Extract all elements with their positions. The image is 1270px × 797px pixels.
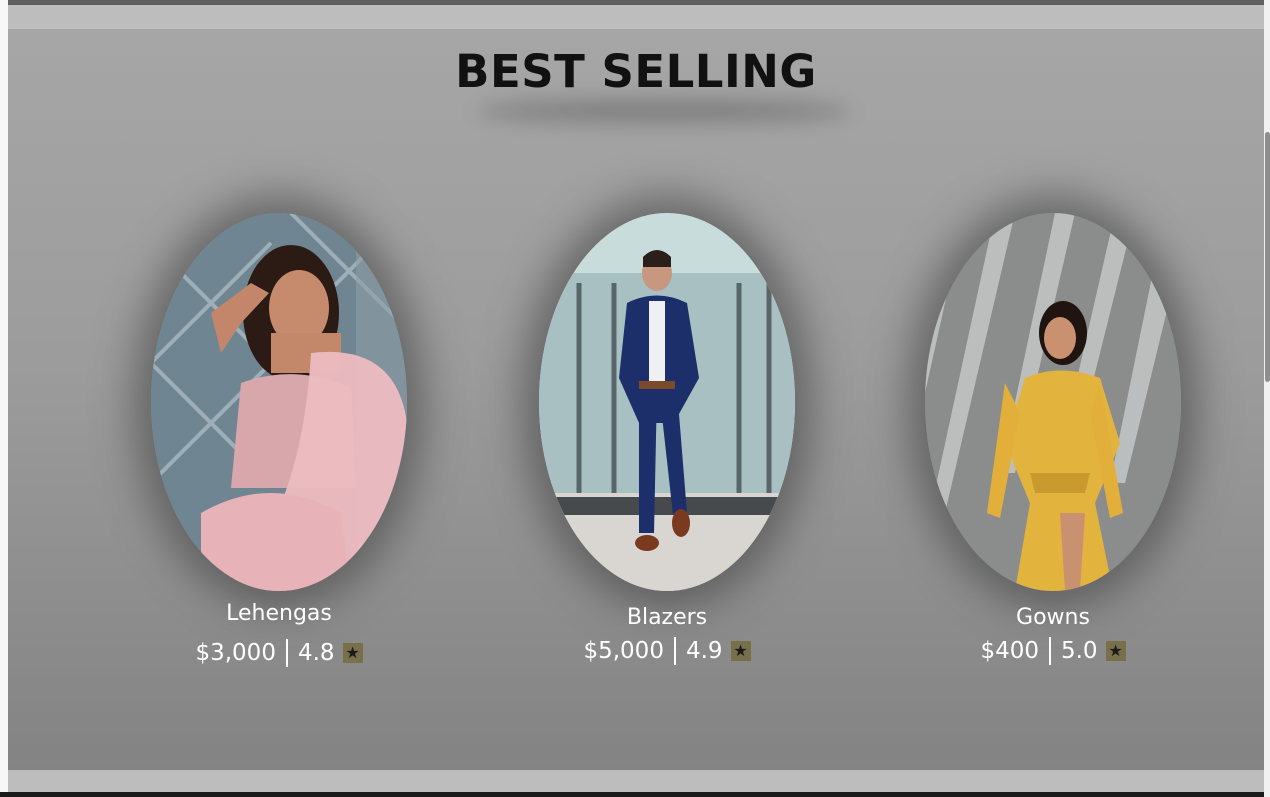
bottom-band bbox=[8, 770, 1264, 792]
product-name: Blazers bbox=[626, 605, 708, 630]
title-shadow bbox=[478, 99, 850, 123]
product-image-gowns[interactable] bbox=[925, 213, 1181, 591]
product-meta: $5,000 4.9 ★ bbox=[517, 637, 817, 665]
product-rating: 4.8 bbox=[297, 640, 335, 666]
product-rating: 5.0 bbox=[1060, 638, 1098, 664]
left-gutter bbox=[0, 0, 8, 797]
product-price: $400 bbox=[980, 638, 1039, 664]
product-name: Lehengas bbox=[226, 601, 332, 626]
divider bbox=[673, 637, 676, 665]
product-image-blazers[interactable] bbox=[539, 213, 795, 591]
section-title: BEST SELLING bbox=[455, 45, 817, 98]
divider bbox=[285, 639, 288, 667]
man-in-navy-suit-photo bbox=[539, 213, 795, 591]
star-icon: ★ bbox=[342, 643, 363, 663]
best-selling-section: BEST SELLING Lehengas $3,000 4.8 ★ Blaze… bbox=[8, 29, 1264, 770]
product-price: $5,000 bbox=[583, 638, 664, 664]
product-meta: $3,000 4.8 ★ bbox=[129, 639, 429, 667]
top-band bbox=[8, 5, 1264, 29]
woman-in-yellow-dress-photo bbox=[925, 213, 1181, 591]
scrollbar-track[interactable] bbox=[1264, 0, 1270, 797]
scrollbar-thumb[interactable] bbox=[1265, 132, 1270, 382]
product-name: Gowns bbox=[1016, 605, 1090, 630]
product-image-lehengas[interactable] bbox=[151, 213, 407, 591]
woman-in-pink-lehenga-photo bbox=[151, 213, 407, 591]
star-icon: ★ bbox=[1105, 641, 1126, 661]
bottom-bar bbox=[0, 792, 1270, 797]
divider bbox=[1048, 637, 1051, 665]
product-rating: 4.9 bbox=[685, 638, 723, 664]
product-price: $3,000 bbox=[195, 640, 276, 666]
star-icon: ★ bbox=[730, 641, 751, 661]
product-meta: $400 5.0 ★ bbox=[903, 637, 1203, 665]
